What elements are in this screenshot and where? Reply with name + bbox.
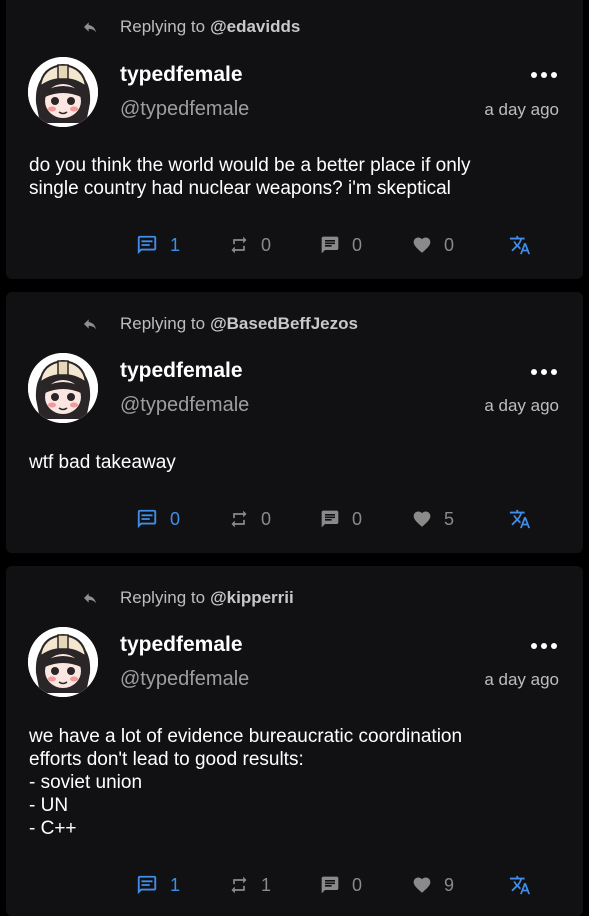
feed: Replying to @edavidds typedfemale @typed… [0, 0, 589, 916]
repeat-icon [231, 876, 247, 894]
more-options-button[interactable] [531, 367, 557, 377]
repeat-icon [231, 236, 247, 254]
favorite-count: 9 [444, 874, 455, 895]
quote-count: 0 [352, 234, 363, 255]
reply-count: 1 [170, 874, 181, 895]
comment-icon [137, 509, 157, 529]
repeat-icon [231, 510, 247, 528]
reply-to-handle[interactable]: @kipperrii [210, 588, 294, 608]
heart-icon [413, 877, 431, 893]
reply-context[interactable]: Replying to @edavidds [82, 17, 300, 37]
post-card[interactable]: Replying to @edavidds typedfemale @typed… [6, 0, 583, 279]
reply-button[interactable]: 1 [136, 873, 180, 897]
post-text: wtf bad takeaway [29, 452, 176, 473]
favorite-button[interactable]: 5 [412, 507, 454, 531]
more-options-button[interactable] [531, 641, 557, 651]
heart-icon [413, 511, 431, 527]
more-horizontal-icon [531, 643, 537, 649]
reply-arrow-icon [82, 590, 98, 606]
display-name[interactable]: typedfemale [120, 359, 243, 383]
boost-button[interactable]: 0 [229, 507, 271, 531]
comment-icon [137, 235, 157, 255]
boost-button[interactable]: 1 [229, 873, 271, 897]
favorite-count: 0 [444, 234, 455, 255]
comment-icon [137, 875, 157, 895]
reply-count: 0 [170, 508, 181, 529]
translate-icon [509, 875, 531, 895]
post-text: do you think the world would be a better… [29, 155, 471, 199]
quote-button[interactable]: 0 [320, 233, 362, 257]
timestamp[interactable]: a day ago [484, 670, 559, 690]
boost-count: 0 [261, 508, 272, 529]
boost-count: 1 [261, 874, 272, 895]
action-bar: 0 0 0 5 [6, 507, 583, 531]
favorite-button[interactable]: 9 [412, 873, 454, 897]
more-options-button[interactable] [531, 70, 557, 80]
translate-icon [509, 509, 531, 529]
boost-count: 0 [261, 234, 272, 255]
reply-arrow-icon [82, 316, 98, 332]
quote-count: 0 [352, 508, 363, 529]
reply-context[interactable]: Replying to @BasedBeffJezos [82, 314, 358, 334]
username[interactable]: @typedfemale [120, 98, 249, 121]
favorite-count: 5 [444, 508, 455, 529]
more-horizontal-icon [531, 72, 537, 78]
reply-arrow-icon [82, 19, 98, 35]
action-bar: 1 1 0 9 [6, 873, 583, 897]
reply-button[interactable]: 1 [136, 233, 180, 257]
translate-button[interactable] [509, 233, 531, 257]
post-text: we have a lot of evidence bureaucratic c… [29, 726, 463, 839]
translate-icon [509, 235, 531, 255]
post-card[interactable]: Replying to @kipperrii typedfemale @type… [6, 566, 583, 916]
heart-icon [413, 237, 431, 253]
avatar[interactable] [28, 627, 98, 697]
reply-prefix: Replying to [120, 588, 206, 607]
reply-to-handle[interactable]: @edavidds [210, 17, 300, 37]
reply-prefix: Replying to [120, 314, 206, 333]
quote-button[interactable]: 0 [320, 873, 362, 897]
username[interactable]: @typedfemale [120, 394, 249, 417]
timestamp[interactable]: a day ago [484, 100, 559, 120]
boost-button[interactable]: 0 [229, 233, 271, 257]
display-name[interactable]: typedfemale [120, 63, 243, 87]
reply-prefix: Replying to [120, 17, 206, 36]
reply-to-handle[interactable]: @BasedBeffJezos [210, 314, 358, 334]
avatar[interactable] [28, 353, 98, 423]
username[interactable]: @typedfemale [120, 668, 249, 691]
favorite-button[interactable]: 0 [412, 233, 454, 257]
avatar[interactable] [28, 57, 98, 127]
action-bar: 1 0 0 0 [6, 233, 583, 257]
quote-count: 0 [352, 874, 363, 895]
more-horizontal-icon [531, 369, 537, 375]
translate-button[interactable] [509, 507, 531, 531]
reply-context[interactable]: Replying to @kipperrii [82, 588, 294, 608]
quote-bubble-icon [321, 236, 339, 254]
reply-count: 1 [170, 234, 181, 255]
quote-button[interactable]: 0 [320, 507, 362, 531]
translate-button[interactable] [509, 873, 531, 897]
quote-bubble-icon [321, 510, 339, 528]
reply-button[interactable]: 0 [136, 507, 180, 531]
timestamp[interactable]: a day ago [484, 396, 559, 416]
post-card[interactable]: Replying to @BasedBeffJezos typedfemale … [6, 292, 583, 553]
quote-bubble-icon [321, 876, 339, 894]
display-name[interactable]: typedfemale [120, 633, 243, 657]
